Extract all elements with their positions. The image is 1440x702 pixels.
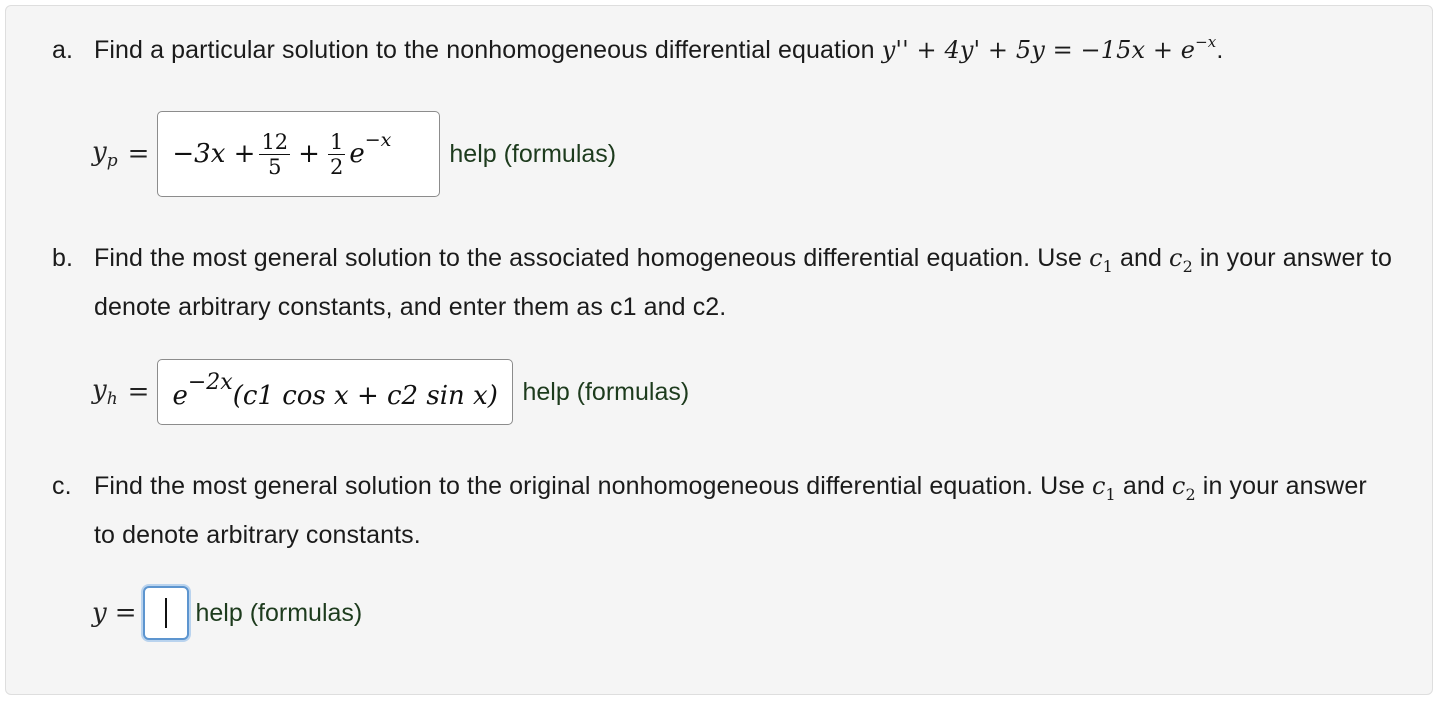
- text-caret: [164, 598, 167, 628]
- part-a-letter: a.: [52, 36, 74, 64]
- equals-sign: =: [114, 598, 137, 628]
- help-formulas-link-b[interactable]: help (formulas): [522, 378, 689, 407]
- part-a-text: Find a particular solution to the nonhom…: [94, 36, 875, 64]
- yp-answer-field[interactable]: −3x + 12 5 + 12 e −x: [157, 111, 441, 197]
- fraction-12-5: 12 5: [259, 129, 291, 179]
- equals-sign: =: [127, 139, 150, 169]
- part-a-equation: y'' + 4y' + 5y = −15x + e−x: [881, 33, 1217, 64]
- yp-label: yp: [92, 136, 118, 172]
- fraction-1-2: 12: [327, 129, 346, 179]
- part-a-question: a. Find a particular solution to the non…: [52, 30, 1392, 73]
- yh-answer-field[interactable]: e −2x (c1 cos x + c2 sin x): [157, 359, 514, 425]
- part-c-answer-row: y = help (formulas): [92, 585, 362, 641]
- equals-sign: =: [127, 377, 150, 407]
- y-answer-field[interactable]: [142, 586, 189, 640]
- part-c-letter: c.: [52, 472, 72, 500]
- part-a-answer-row: yp = −3x + 12 5 + 12 e −x help (formulas): [92, 111, 616, 197]
- part-b-answer-row: yh = e −2x (c1 cos x + c2 sin x) help (for…: [92, 359, 689, 425]
- help-formulas-link-c[interactable]: help (formulas): [196, 599, 363, 628]
- part-b-letter: b.: [52, 244, 74, 272]
- part-b-question: b. Find the most general solution to the…: [52, 238, 1392, 327]
- y-label: y: [92, 598, 107, 628]
- help-formulas-link-a[interactable]: help (formulas): [449, 140, 616, 169]
- yh-label: yh: [92, 374, 118, 410]
- part-c-question: c. Find the most general solution to the…: [52, 466, 1392, 555]
